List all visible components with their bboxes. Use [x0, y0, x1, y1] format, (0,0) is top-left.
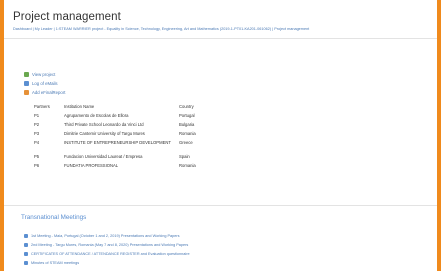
table-row: P1 Agrupamento de Escolas de Ellora Port…: [34, 113, 239, 122]
meeting-link[interactable]: CERTIFICATES OF ATTENDANCE / ATTENDANCE …: [24, 249, 190, 258]
partner-role: P3: [34, 131, 40, 136]
table-row: P5 Fundacion Universidad Laureat / Empre…: [34, 154, 239, 163]
column-header: Country: [179, 104, 194, 109]
partner-role: P5: [34, 154, 40, 159]
meeting-link[interactable]: Minutes of STEAM meetings: [24, 258, 190, 267]
partner-name: Agrupamento de Escolas de Ellora: [64, 113, 129, 118]
partners-table: Partners Institution Name Country P1 Agr…: [34, 104, 239, 172]
partner-name: INSTITUTE OF ENTREPRENEURSHIP DEVELOPMEN…: [64, 140, 171, 145]
partner-name: Dimitrie Cantemir University of Targu Mu…: [64, 131, 145, 136]
table-row: P3 Dimitrie Cantemir University of Targu…: [34, 131, 239, 140]
breadcrumb[interactable]: Dashboard | My Leader | 1:STEAM WARRIER …: [13, 27, 433, 31]
partner-country: Portugal: [179, 113, 195, 118]
table-row: P4 INSTITUTE OF ENTREPRENEURSHIP DEVELOP…: [34, 140, 239, 154]
link-label: Log of eMails: [32, 81, 58, 86]
view-project-link[interactable]: View project: [24, 70, 65, 79]
partner-role: P1: [34, 113, 40, 118]
partner-country: Spain: [179, 154, 190, 159]
partner-name: FUNDATIA PROFESSIONAL: [64, 163, 119, 168]
add-final-report-link[interactable]: Add eFinalReport: [24, 88, 65, 97]
column-header: Partners: [34, 104, 50, 109]
project-links: View project Log of eMails Add eFinalRep…: [24, 70, 65, 97]
partner-country: Greece: [179, 140, 193, 145]
blue-doc-icon: [24, 81, 29, 86]
header-divider: [4, 38, 437, 39]
document-icon: [24, 233, 28, 238]
meeting-label: 2nd Meeting - Targu Mures, Romania (May …: [31, 242, 189, 247]
meeting-link[interactable]: 1st Meeting - Maia, Portugal (October 1 …: [24, 231, 190, 240]
partner-name: Fundacion Universidad Laureat / Empresa: [64, 154, 143, 159]
table-row: P6 FUNDATIA PROFESSIONAL Romania: [34, 163, 239, 172]
document-icon: [24, 251, 28, 256]
content-panel: Project management Dashboard | My Leader…: [4, 0, 437, 271]
partner-country: Bulgaria: [179, 122, 195, 127]
document-icon: [24, 260, 28, 265]
partner-role: P2: [34, 122, 40, 127]
partner-role: P4: [34, 140, 40, 145]
page-title: Project management: [13, 11, 121, 23]
meetings-heading: Transnational Meetings: [21, 214, 87, 221]
meetings-list: 1st Meeting - Maia, Portugal (October 1 …: [24, 231, 190, 267]
partner-country: Romania: [179, 131, 196, 136]
meeting-label: 1st Meeting - Maia, Portugal (October 1 …: [31, 233, 180, 238]
meeting-link[interactable]: 2nd Meeting - Targu Mures, Romania (May …: [24, 240, 190, 249]
log-emails-link[interactable]: Log of eMails: [24, 79, 65, 88]
partner-country: Romania: [179, 163, 196, 168]
document-icon: [24, 242, 28, 247]
green-doc-icon: [24, 72, 29, 77]
meeting-label: Minutes of STEAM meetings: [31, 260, 80, 265]
table-row: P2 Third Private School Leonardo da Vinc…: [34, 122, 239, 131]
orange-doc-icon: [24, 90, 29, 95]
link-label: View project: [32, 72, 56, 77]
column-header: Institution Name: [64, 104, 95, 109]
partner-name: Third Private School Leonardo da Vinci L…: [64, 122, 144, 127]
partner-role: P6: [34, 163, 40, 168]
section-divider: [4, 205, 437, 206]
table-header-row: Partners Institution Name Country: [34, 104, 239, 113]
meeting-label: CERTIFICATES OF ATTENDANCE / ATTENDANCE …: [31, 251, 190, 256]
link-label: Add eFinalReport: [32, 90, 66, 95]
